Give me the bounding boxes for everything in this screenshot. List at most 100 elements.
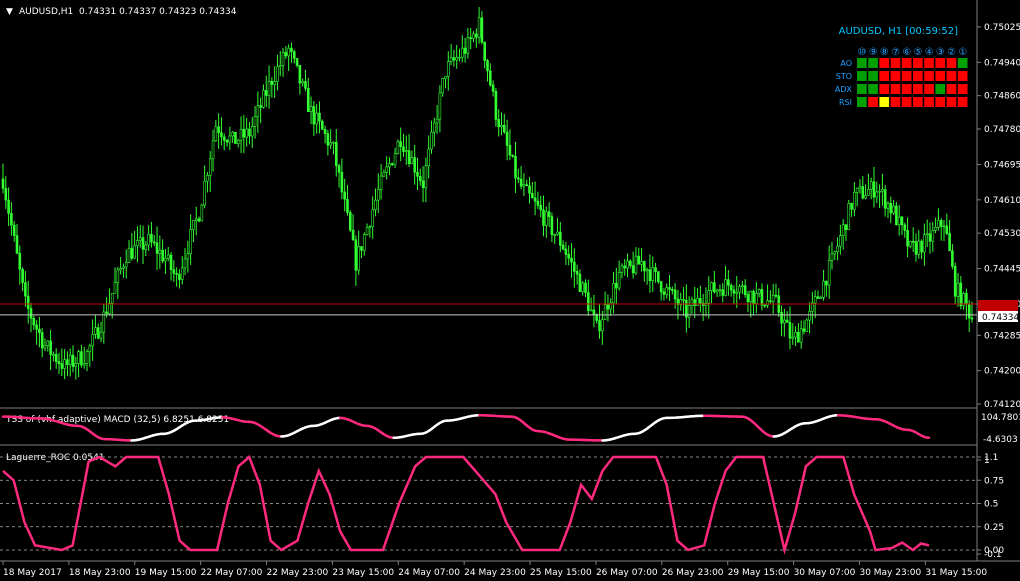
candle-body <box>332 141 335 144</box>
candle-body <box>570 257 573 263</box>
chart-header: ▼ AUDUSD,H1 0.74331 0.74337 0.74323 0.74… <box>6 7 237 17</box>
candle-body <box>819 296 823 299</box>
dashboard-column-label: ① <box>958 47 967 58</box>
dashboard-row-label: RSI <box>839 98 852 107</box>
laguerre-tick-label: 0.5 <box>984 500 998 510</box>
candle-body <box>682 299 685 301</box>
candle-body <box>559 231 562 246</box>
candle-body <box>519 178 523 187</box>
candle-body <box>752 290 755 304</box>
candle-body <box>85 351 89 364</box>
dashboard-signal-cell <box>890 71 901 81</box>
candle-body <box>460 47 464 58</box>
candle-body <box>52 354 55 356</box>
candle-body <box>7 199 10 214</box>
candle-body <box>878 190 881 193</box>
candle-body <box>432 122 436 133</box>
candle-body <box>46 340 50 346</box>
dashboard-signal-cell <box>901 84 912 94</box>
dashboard-signal-cell <box>857 58 867 68</box>
dashboard-signal-cell <box>924 97 934 107</box>
candle-body <box>780 312 783 324</box>
candle-body <box>970 317 974 320</box>
candle-body <box>584 282 587 293</box>
candle-body <box>318 112 321 122</box>
candle-body <box>598 320 601 332</box>
candle-body <box>150 233 153 243</box>
candle-body <box>236 140 240 144</box>
candle-body <box>172 269 176 274</box>
candle-body <box>99 331 103 339</box>
candle-body <box>225 139 229 143</box>
dashboard-signal-cell <box>913 58 923 68</box>
candle-body <box>301 81 304 84</box>
candle-body <box>40 332 44 349</box>
candle-body <box>553 234 557 236</box>
candle-body <box>839 235 842 247</box>
candle-body <box>211 140 215 160</box>
candle-body <box>449 57 453 62</box>
candle-body <box>15 235 19 254</box>
candle-body <box>194 218 198 221</box>
dashboard-rows: AO STO ADX RSI <box>835 58 968 107</box>
dashboard-signal-cell <box>924 84 934 94</box>
dashboard-signal-cell <box>924 71 934 81</box>
tss-macd-panel[interactable]: TSS of (vhf adaptive) MACD (32,5) 6.8251… <box>0 413 1020 446</box>
candle-body <box>469 37 472 39</box>
header-arrow-icon[interactable]: ▼ <box>6 7 13 17</box>
candle-body <box>315 112 318 125</box>
candle-body <box>718 289 722 292</box>
candle-body <box>77 351 80 364</box>
candle-body <box>410 157 414 164</box>
dashboard-column-label: ⑥ <box>902 47 911 58</box>
candle-body <box>155 242 159 254</box>
candle-body <box>797 332 800 343</box>
candle-body <box>267 81 271 96</box>
candle-body <box>222 136 226 141</box>
candle-body <box>60 363 64 369</box>
candle-body <box>122 266 125 269</box>
candle-body <box>427 148 430 167</box>
dashboard-signal-cell <box>879 58 890 68</box>
price-panel[interactable] <box>0 7 977 409</box>
candle-body <box>799 328 803 343</box>
candle-body <box>477 17 481 38</box>
candle-body <box>920 240 923 253</box>
candle-body <box>441 78 444 94</box>
laguerre-roc-panel[interactable]: Laguerre_ROC 0.0541 1.110.750.50.250.00-… <box>0 453 1004 560</box>
dashboard-signal-cell <box>868 84 878 94</box>
candle-body <box>256 105 260 117</box>
candle-body <box>503 124 506 133</box>
dashboard-signal-cell <box>868 97 878 107</box>
candle-body <box>262 90 265 108</box>
signal-dashboard: AUDUSD, H1 [00:59:52] ⑩⑨⑧⑦⑥⑤④③②① AO STO AD… <box>835 26 968 107</box>
candle-body <box>875 191 879 198</box>
candle-body <box>340 171 344 193</box>
candle-body <box>133 245 136 259</box>
candle-body <box>220 132 223 138</box>
dashboard-signal-cell <box>913 97 923 107</box>
candle-body <box>648 269 652 281</box>
candle-body <box>295 58 299 66</box>
chart-canvas[interactable]: 0.75025 0.74940 0.74860 0.74780 0.74695 0.746… <box>0 0 1020 581</box>
candle-body <box>326 133 330 146</box>
candle-body <box>458 56 461 59</box>
candle-body <box>80 351 83 366</box>
candle-body <box>931 230 935 242</box>
dashboard-signal-cell <box>913 71 923 81</box>
candle-body <box>942 225 946 228</box>
candle-body <box>939 220 943 227</box>
candle-body <box>900 216 904 226</box>
candle-body <box>421 180 425 189</box>
price-tick-label: 0.74445 <box>984 265 1020 275</box>
candle-body <box>169 254 173 270</box>
candle-body <box>528 185 531 194</box>
candle-body <box>446 61 450 77</box>
candle-body <box>206 175 209 182</box>
candle-body <box>298 65 302 84</box>
candle-body <box>309 106 313 113</box>
candle-body <box>783 319 786 324</box>
candle-body <box>1 178 5 189</box>
dashboard-signal-cell <box>879 97 890 107</box>
candle-body <box>881 189 884 192</box>
